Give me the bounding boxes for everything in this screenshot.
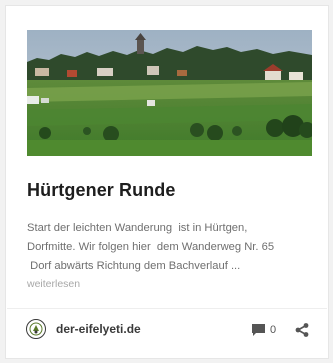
landscape-image (27, 30, 312, 156)
excerpt-line: Start der leichten Wanderung ist in Hürt… (27, 222, 248, 234)
excerpt-line: Dorfmitte. Wir folgen hier dem Wanderweg… (27, 241, 275, 253)
yeti-logo-icon (26, 319, 46, 339)
read-more-link[interactable]: weiterlesen (27, 278, 80, 290)
comments-link[interactable]: 0 (252, 324, 276, 336)
post-excerpt: Start der leichten Wanderung ist in Hürt… (27, 219, 319, 276)
author-name: der-eifelyeti.de (56, 322, 141, 336)
post-title[interactable]: Hürtgener Runde (27, 180, 176, 201)
share-icon (295, 323, 309, 337)
post-card: Hürtgener Runde Start der leichten Wande… (5, 5, 329, 359)
post-thumbnail[interactable] (27, 30, 312, 156)
share-button[interactable] (294, 322, 310, 338)
excerpt-line: Dorf abwärts Richtung dem Bachverlauf ..… (27, 260, 241, 272)
author-link[interactable]: der-eifelyeti.de (26, 319, 141, 339)
comment-count: 0 (270, 324, 277, 336)
comment-icon (252, 324, 265, 336)
footer-divider (7, 308, 327, 309)
